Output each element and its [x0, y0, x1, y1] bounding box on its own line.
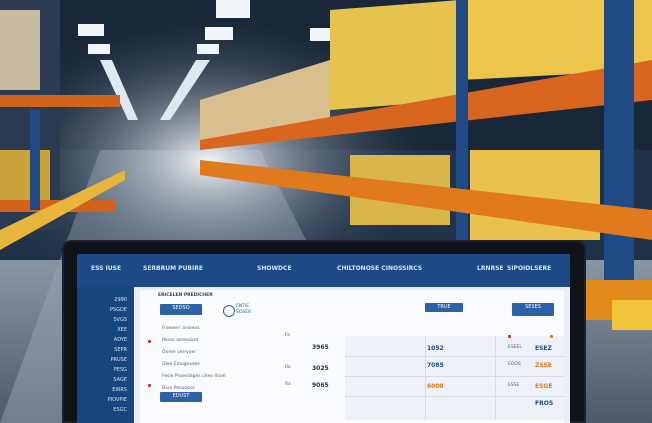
sidebar-item[interactable]: 2990 — [95, 297, 127, 303]
list-item[interactable]: Onree verrvoer — [162, 350, 196, 355]
data-panel — [345, 336, 564, 420]
panel-value: 7085 — [427, 362, 444, 369]
sidebar-item[interactable]: PRUSE — [95, 357, 127, 363]
sidebar-item[interactable]: PIOVPIE — [95, 397, 127, 403]
value-text: 3025 — [312, 365, 329, 372]
sidebar-item[interactable]: PSGDE — [95, 307, 127, 313]
laptop-screen: ESS IUSE SERBRUM PUBIRE SHOWDCE CHILTONO… — [77, 254, 570, 423]
logo-text: ENTIE — [236, 304, 250, 309]
panel-button-right[interactable]: SESES — [512, 303, 554, 316]
nav-item[interactable]: CHILTONOSE CINOSSIRCS — [337, 265, 422, 272]
list-item[interactable]: Bare Pesuoecs — [162, 386, 195, 391]
list-item[interactable]: Fesie Pruesilages cheo 4(oel — [162, 374, 226, 379]
nav-item[interactable]: SHOWDCE — [257, 265, 292, 272]
alert-icon — [148, 384, 151, 387]
primary-button[interactable]: SEDSO — [160, 304, 202, 315]
status-dot — [550, 335, 553, 338]
panel-right-value: ESGE — [535, 383, 553, 390]
panel-right-value: ESEZ — [535, 345, 552, 352]
panel-code: ESSE — [508, 383, 520, 388]
main-content: ERICELEN PREDICHER SEDSO ENTIE SOSER Fre… — [140, 290, 564, 423]
panel-button-left[interactable]: TRUE — [425, 303, 463, 312]
sidebar-item[interactable]: EIRRS — [95, 387, 127, 393]
panel-value: 1052 — [427, 345, 444, 352]
secondary-button[interactable]: EDUST — [160, 392, 202, 402]
alert-icon — [148, 340, 151, 343]
row-label: Fa — [285, 333, 290, 338]
nav-item[interactable]: SERBRUM PUBIRE — [143, 265, 203, 272]
sidebar-item[interactable]: ESGC — [95, 407, 127, 413]
panel-right-value: ZSSE — [535, 362, 552, 369]
value-text: 3965 — [312, 344, 329, 351]
value-text: 9065 — [312, 382, 329, 389]
sidebar-item[interactable]: SAGE — [95, 377, 127, 383]
sidebar-item[interactable]: SVGS — [95, 317, 127, 323]
nav-item[interactable]: ESS IUSE — [91, 265, 121, 272]
row-label: Ro — [285, 365, 291, 370]
sidebar-item[interactable]: SEPR — [95, 347, 127, 353]
sidebar-item[interactable]: PESG — [95, 367, 127, 373]
sidebar-item[interactable]: XEE — [95, 327, 127, 333]
panel-code: ESEEL — [508, 345, 522, 350]
row-label: Ra — [285, 382, 291, 387]
logo-text: SOSER — [236, 310, 252, 315]
panel-right-value: FROS — [535, 400, 554, 407]
list-item[interactable]: Posse aseeuiant — [162, 338, 198, 343]
sidebar: 2990 PSGDE SVGS XEE ADYE SEPR PRUSE PESG… — [77, 287, 134, 423]
list-item[interactable]: Oiee Emogovees — [162, 362, 200, 367]
status-dot — [508, 335, 511, 338]
globe-icon — [223, 305, 235, 317]
top-nav-bar: ESS IUSE SERBRUM PUBIRE SHOWDCE CHILTONO… — [77, 254, 570, 287]
nav-item[interactable]: LRNRSE — [477, 265, 504, 272]
panel-value: 6008 — [427, 383, 444, 390]
panel-code: EOOS — [508, 362, 521, 367]
sidebar-item[interactable]: ADYE — [95, 337, 127, 343]
nav-item[interactable]: SIPOIDLSERE — [507, 265, 551, 272]
main-header: ERICELEN PREDICHER — [158, 293, 213, 298]
list-item[interactable]: Freeoerr anioens — [162, 326, 200, 331]
